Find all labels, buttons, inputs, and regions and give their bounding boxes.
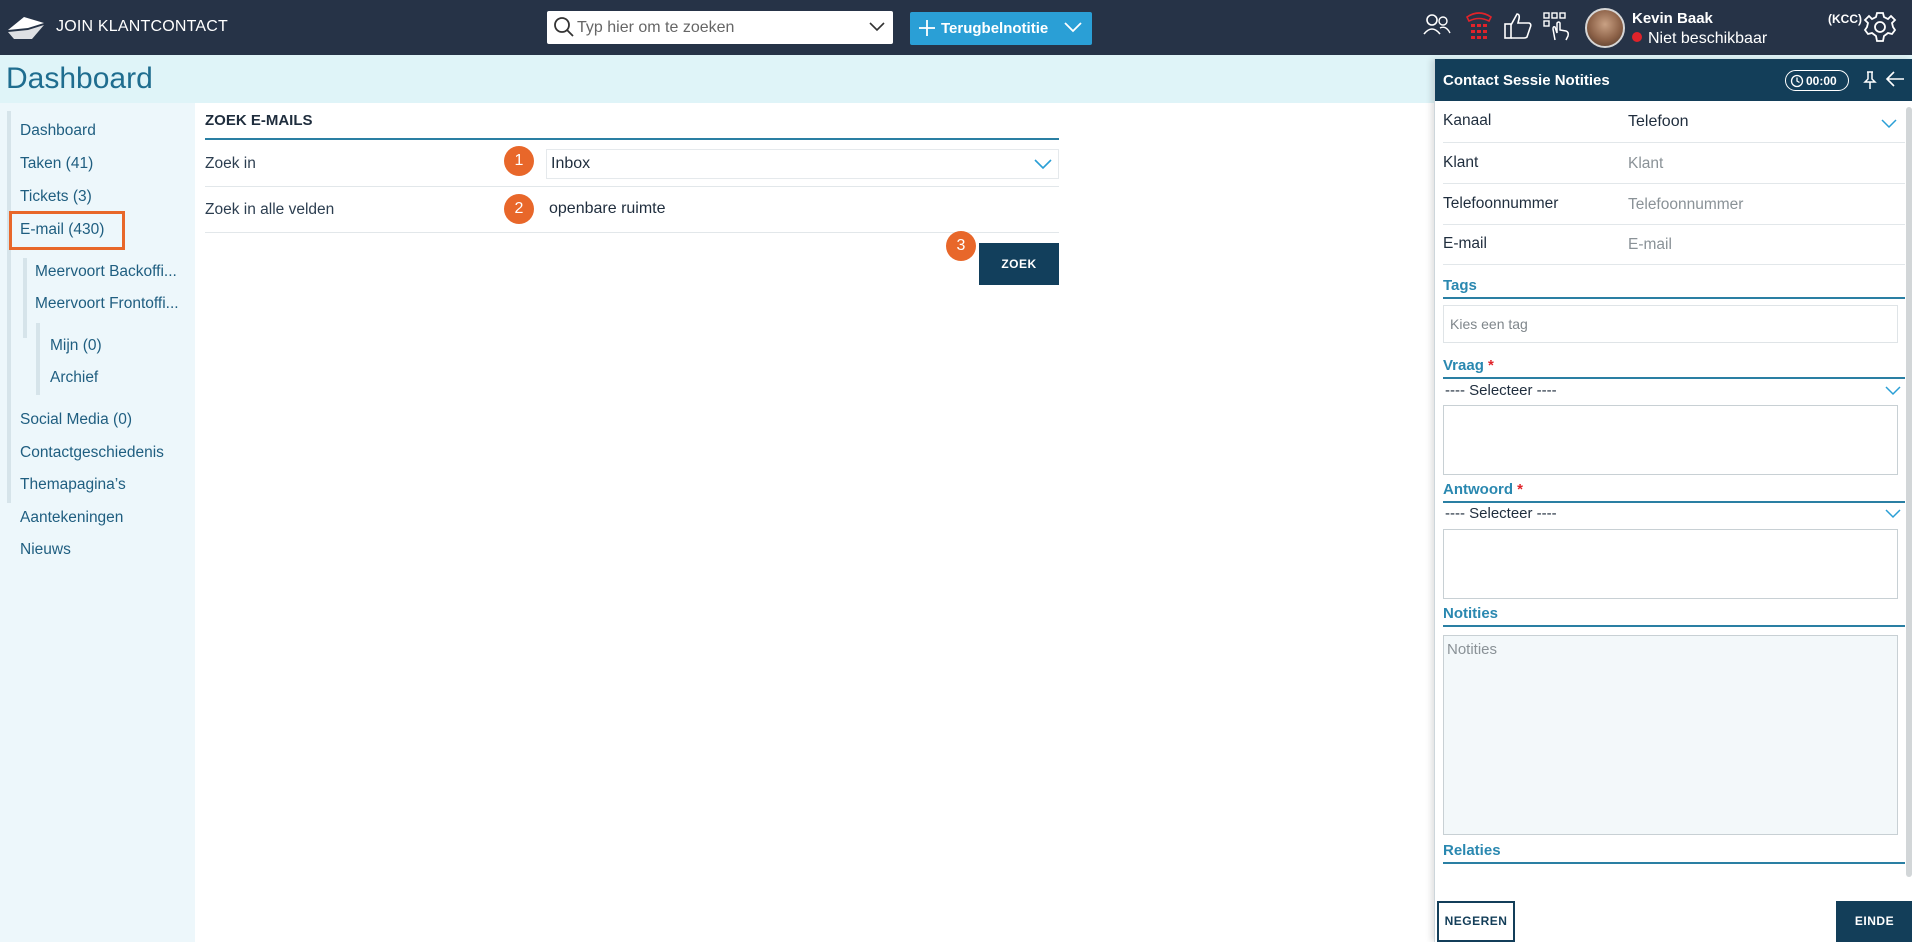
section-title-underline xyxy=(205,138,1059,140)
sidebar-item-mijn[interactable]: Mijn (0) xyxy=(50,337,102,355)
antwoord-section-title: Antwoord * xyxy=(1443,481,1523,498)
sidebar-subgroup-line xyxy=(23,258,27,338)
vraag-textarea[interactable] xyxy=(1443,405,1898,475)
step-badge-2: 2 xyxy=(504,194,534,224)
sidebar-group-line xyxy=(7,111,11,503)
pin-icon[interactable] xyxy=(1861,70,1879,90)
vraag-section-title: Vraag * xyxy=(1443,357,1494,374)
touch-keypad-icon[interactable] xyxy=(1541,10,1573,42)
panel-title: Contact Sessie Notities xyxy=(1443,72,1610,89)
tags-section-title: Tags xyxy=(1443,277,1477,294)
chevron-down-icon xyxy=(1885,386,1901,396)
search-icon xyxy=(554,17,574,37)
sidebar-item-aantekeningen[interactable]: Aantekeningen xyxy=(20,509,123,527)
step-badge-3: 3 xyxy=(946,231,976,261)
sidebar-item-taken[interactable]: Taken (41) xyxy=(20,155,93,173)
row-divider xyxy=(205,186,1059,187)
panel-scrollbar[interactable] xyxy=(1906,107,1912,877)
section-underline xyxy=(1443,862,1905,864)
klant-input[interactable]: Klant xyxy=(1628,155,1663,173)
klant-label: Klant xyxy=(1443,154,1479,171)
notities-textarea[interactable] xyxy=(1444,636,1897,834)
telefoon-label: Telefoonnummer xyxy=(1443,195,1559,212)
email-label: E-mail xyxy=(1443,235,1487,252)
telefoon-input[interactable]: Telefoonnummer xyxy=(1628,196,1743,214)
chevron-down-icon xyxy=(1885,509,1901,519)
field-divider xyxy=(1443,183,1905,184)
chevron-down-icon xyxy=(1064,22,1082,33)
step-badge-1: 1 xyxy=(504,146,534,176)
alle-velden-input[interactable]: openbare ruimte xyxy=(549,200,666,218)
section-underline xyxy=(1443,377,1905,379)
session-timer: 00:00 xyxy=(1785,70,1849,91)
antwoord-textarea[interactable] xyxy=(1443,529,1898,599)
vraag-select[interactable]: ---- Selecteer ---- xyxy=(1443,380,1905,402)
terugbelnotitie-button[interactable]: Terugbelnotitie xyxy=(910,12,1092,45)
thumbs-up-icon[interactable] xyxy=(1502,10,1534,42)
chevron-down-icon xyxy=(1881,119,1897,129)
relaties-section-title: Relaties xyxy=(1443,842,1501,859)
kanaal-label: Kanaal xyxy=(1443,112,1492,129)
section-underline xyxy=(1443,297,1905,299)
sidebar-subsubgroup-line xyxy=(36,323,40,395)
sidebar-item-social-media[interactable]: Social Media (0) xyxy=(20,411,132,429)
row-divider xyxy=(205,232,1059,233)
sidebar-item-meervoort-frontoffice[interactable]: Meervoort Frontoffi... xyxy=(35,295,179,313)
tag-input[interactable] xyxy=(1450,316,1850,332)
clock-icon xyxy=(1790,74,1804,88)
global-search[interactable] xyxy=(547,11,893,44)
field-divider xyxy=(1443,264,1905,265)
einde-button[interactable]: EINDE xyxy=(1836,901,1912,942)
alle-velden-label: Zoek in alle velden xyxy=(205,201,335,218)
org-label: (KCC) xyxy=(1828,12,1862,26)
zoek-in-value: Inbox xyxy=(551,155,591,172)
chevron-down-icon xyxy=(1034,159,1052,170)
contact-session-panel: Contact Sessie Notities 00:00 Kanaal Tel… xyxy=(1434,59,1912,942)
chevron-down-icon[interactable] xyxy=(869,22,885,32)
zoek-in-select[interactable]: Inbox xyxy=(546,149,1059,179)
section-underline xyxy=(1443,625,1905,627)
email-input[interactable]: E-mail xyxy=(1628,236,1672,254)
user-name: Kevin Baak xyxy=(1632,10,1713,27)
sidebar-item-contactgeschiedenis[interactable]: Contactgeschiedenis xyxy=(20,444,164,462)
sidebar-item-archief[interactable]: Archief xyxy=(50,369,98,387)
user-status[interactable]: Niet beschikbaar xyxy=(1632,30,1767,48)
avatar[interactable] xyxy=(1585,8,1625,48)
status-dot xyxy=(1632,32,1642,42)
terugbelnotitie-label: Terugbelnotitie xyxy=(941,20,1049,37)
vraag-select-value: ---- Selecteer ---- xyxy=(1445,382,1557,399)
notities-section-title: Notities xyxy=(1443,605,1499,622)
kanaal-value: Telefoon xyxy=(1628,113,1689,130)
app-title: JOIN KLANTCONTACT xyxy=(56,18,229,35)
timer-value: 00:00 xyxy=(1806,74,1837,88)
join-logo-icon[interactable] xyxy=(6,14,46,42)
sidebar-item-nieuws[interactable]: Nieuws xyxy=(20,541,71,559)
antwoord-select[interactable]: ---- Selecteer ---- xyxy=(1443,503,1905,525)
search-input[interactable] xyxy=(577,11,857,44)
gear-icon[interactable] xyxy=(1863,10,1897,44)
section-title: ZOEK E-MAILS xyxy=(205,112,313,129)
field-divider xyxy=(1443,224,1905,225)
page-title: Dashboard xyxy=(6,62,153,95)
plus-icon xyxy=(919,20,935,36)
notities-box[interactable] xyxy=(1443,635,1898,835)
zoek-button[interactable]: ZOEK xyxy=(979,243,1059,285)
top-bar: JOIN KLANTCONTACT Terugbelnotitie xyxy=(0,0,1912,55)
negeren-button[interactable]: NEGEREN xyxy=(1437,901,1515,942)
phone-keypad-icon[interactable] xyxy=(1464,10,1494,44)
antwoord-select-value: ---- Selecteer ---- xyxy=(1445,505,1557,522)
sidebar-item-dashboard[interactable]: Dashboard xyxy=(20,122,96,140)
sidebar-item-themapaginas[interactable]: Themapagina’s xyxy=(20,476,126,494)
contacts-icon[interactable] xyxy=(1422,10,1452,40)
zoek-in-label: Zoek in xyxy=(205,155,256,172)
arrow-left-icon[interactable] xyxy=(1885,70,1905,88)
panel-header: Contact Sessie Notities 00:00 xyxy=(1435,59,1912,101)
sidebar-item-meervoort-backoffice[interactable]: Meervoort Backoffi... xyxy=(35,263,177,281)
active-item-highlight xyxy=(9,211,125,250)
tag-picker[interactable] xyxy=(1443,305,1898,343)
sidebar-item-tickets[interactable]: Tickets (3) xyxy=(20,188,92,206)
user-status-label: Niet beschikbaar xyxy=(1648,30,1768,47)
field-divider xyxy=(1443,142,1905,143)
